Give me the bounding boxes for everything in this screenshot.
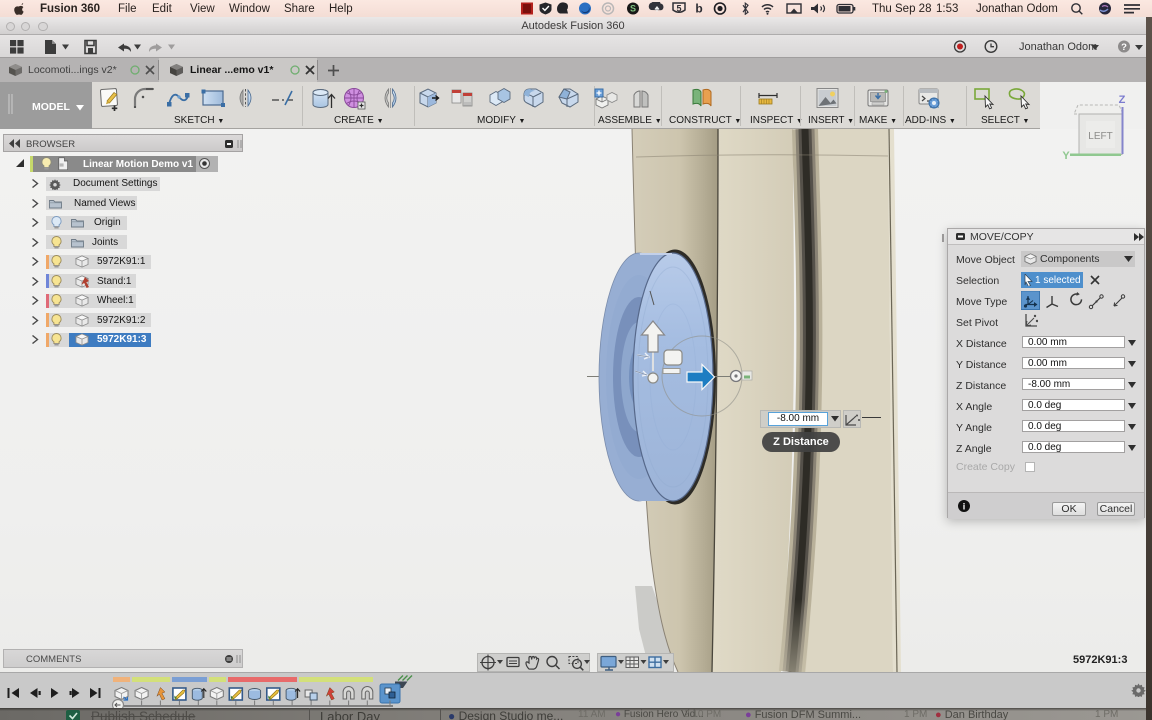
svg-text:S: S <box>630 4 636 14</box>
svg-text:Jonathan Odom: Jonathan Odom <box>1019 41 1097 53</box>
svg-text:LEFT: LEFT <box>1088 131 1112 142</box>
svg-text:5: 5 <box>676 4 681 14</box>
svg-text:Z: Z <box>1119 94 1126 106</box>
svg-text:Y: Y <box>1062 150 1070 162</box>
svg-text:b: b <box>695 2 702 15</box>
svg-text:?: ? <box>1121 42 1127 53</box>
svg-text:i: i <box>963 502 966 512</box>
